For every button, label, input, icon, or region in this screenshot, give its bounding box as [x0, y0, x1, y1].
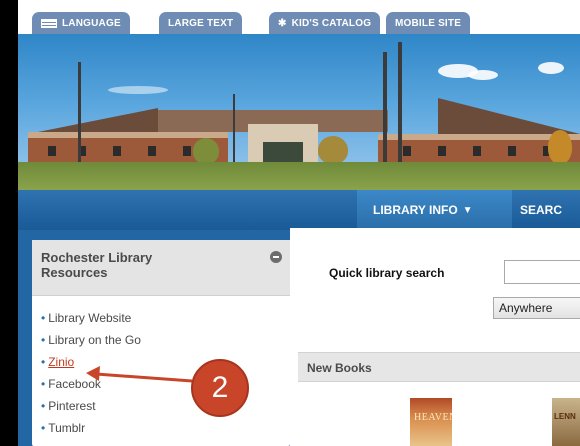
quick-search-input[interactable] — [504, 260, 580, 284]
tab-mobile-site-label: MOBILE SITE — [395, 17, 462, 29]
utility-tab-bar: LANGUAGE LARGE TEXT ✱ KID'S CATALOG MOBI… — [18, 0, 580, 34]
window — [183, 146, 191, 156]
book-cover-title: HEAVEN'S DITCH — [414, 412, 452, 423]
window — [148, 146, 156, 156]
search-scope-select[interactable]: Anywhere — [493, 297, 580, 319]
nav-search-label: SEARC — [520, 203, 563, 217]
list-item: • Zinio — [41, 354, 141, 376]
bullet-icon: • — [41, 355, 46, 369]
resources-sidebar: Rochester Library Resources • Library Web… — [32, 240, 290, 446]
list-item: • Pinterest — [41, 398, 141, 420]
nav-search[interactable]: SEARC — [512, 190, 580, 230]
nav-library-info-label: LIBRARY INFO — [373, 203, 458, 217]
flag-icon — [41, 18, 57, 28]
link-library-website[interactable]: Library Website — [48, 311, 131, 325]
tab-kids-catalog-label: KID'S CATALOG — [291, 17, 372, 29]
link-facebook[interactable]: Facebook — [48, 377, 101, 391]
list-item: • Library on the Go — [41, 332, 141, 354]
bullet-icon: • — [41, 377, 46, 391]
flag-pole — [233, 94, 235, 166]
list-item: • Tumblr — [41, 420, 141, 442]
browser-page: LANGUAGE LARGE TEXT ✱ KID'S CATALOG MOBI… — [18, 0, 580, 446]
main-content-panel: Quick library search Anywhere New Books … — [290, 228, 580, 446]
collapse-icon[interactable] — [270, 251, 282, 263]
caret-down-icon: ▼ — [462, 204, 473, 216]
window — [403, 146, 411, 156]
light-pole — [383, 52, 387, 170]
bullet-icon: • — [41, 421, 46, 435]
link-pinterest[interactable]: Pinterest — [48, 399, 95, 413]
resource-list: • Library Website • Library on the Go • Zin… — [41, 310, 141, 442]
new-books-title: New Books — [307, 361, 372, 375]
tab-large-text-label: LARGE TEXT — [168, 17, 234, 29]
tree — [548, 130, 572, 164]
tab-language-label: LANGUAGE — [62, 17, 121, 29]
window — [48, 146, 56, 156]
window — [438, 146, 446, 156]
bullet-icon: • — [41, 333, 46, 347]
tree — [193, 138, 219, 164]
tree — [318, 136, 348, 164]
tab-mobile-site[interactable]: MOBILE SITE — [386, 12, 471, 34]
quick-search-label: Quick library search — [329, 266, 445, 280]
book-cover[interactable]: LENN — [552, 398, 580, 446]
nav-library-info[interactable]: LIBRARY INFO ▼ — [357, 190, 512, 230]
bullet-icon: • — [41, 311, 46, 325]
window — [473, 146, 481, 156]
tab-large-text[interactable]: LARGE TEXT — [159, 12, 243, 34]
tab-kids-catalog[interactable]: ✱ KID'S CATALOG — [269, 12, 381, 34]
library-building-banner — [18, 34, 580, 190]
cloud — [538, 62, 564, 74]
list-item: • Library Website — [41, 310, 141, 332]
list-item: • Facebook — [41, 376, 141, 398]
sidebar-header: Rochester Library Resources — [32, 240, 290, 296]
light-pole — [78, 62, 81, 166]
roof-left — [38, 108, 158, 132]
bullet-icon: • — [41, 399, 46, 413]
light-pole — [398, 42, 402, 170]
new-books-header: New Books — [298, 352, 580, 382]
link-tumblr[interactable]: Tumblr — [48, 421, 85, 435]
main-nav-bar: LIBRARY INFO ▼ SEARC — [18, 190, 580, 230]
annotation-step-badge: 2 — [191, 359, 249, 417]
link-zinio[interactable]: Zinio — [48, 355, 74, 369]
building-trim — [28, 132, 228, 138]
book-cover[interactable]: HEAVEN'S DITCH — [410, 398, 452, 446]
sidebar-title: Rochester Library Resources — [41, 250, 153, 280]
window — [113, 146, 121, 156]
window — [508, 146, 516, 156]
roof-right — [438, 98, 580, 134]
star-icon: ✱ — [278, 17, 287, 29]
cloud — [468, 70, 498, 80]
tab-language[interactable]: LANGUAGE — [32, 12, 130, 34]
link-library-on-the-go[interactable]: Library on the Go — [48, 333, 141, 347]
lawn — [18, 162, 580, 190]
book-cover-title: LENN — [554, 412, 576, 421]
cloud — [108, 86, 168, 94]
